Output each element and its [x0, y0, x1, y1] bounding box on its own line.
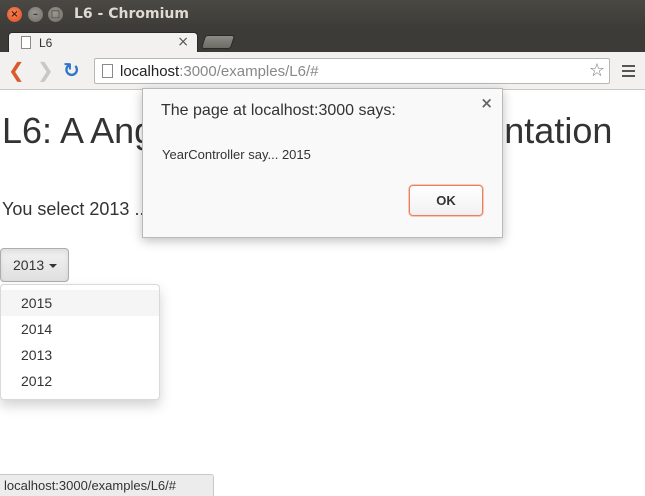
- new-tab-button[interactable]: [200, 35, 236, 49]
- dropdown-item-2013[interactable]: 2013: [1, 342, 159, 368]
- reload-icon[interactable]: ↻: [63, 59, 80, 81]
- alert-dialog: The page at localhost:3000 says: × YearC…: [142, 88, 503, 238]
- ok-button[interactable]: OK: [409, 185, 483, 216]
- tab-strip: L6 ×: [0, 30, 645, 53]
- dialog-close-icon[interactable]: ×: [480, 94, 493, 112]
- forward-icon[interactable]: ❯: [37, 59, 54, 81]
- dropdown-item-2012[interactable]: 2012: [1, 368, 159, 394]
- address-bar[interactable]: localhost:3000/examples/L6/# ☆: [94, 58, 610, 84]
- window-minimize-button[interactable]: –: [28, 7, 43, 22]
- window-close-button[interactable]: ×: [7, 7, 22, 22]
- url-text[interactable]: localhost:3000/examples/L6/#: [120, 63, 318, 80]
- window-titlebar: × – □ L6 - Chromium: [0, 0, 645, 30]
- url-path: :3000/examples/L6/#: [179, 63, 319, 80]
- bookmark-star-icon[interactable]: ☆: [589, 60, 605, 81]
- page-icon: [102, 64, 113, 78]
- page-icon: [21, 36, 31, 49]
- dropdown-item-2014[interactable]: 2014: [1, 316, 159, 342]
- dialog-message: YearController say... 2015: [162, 147, 311, 162]
- back-icon[interactable]: ❮: [8, 59, 25, 81]
- tab-label: L6: [39, 36, 53, 50]
- dropdown-item-2015[interactable]: 2015: [1, 290, 159, 316]
- browser-toolbar: ❮ ❯ ↻ localhost:3000/examples/L6/# ☆: [0, 52, 645, 90]
- status-bar-url: localhost:3000/examples/L6/#: [0, 474, 214, 496]
- caret-down-icon: [49, 264, 57, 268]
- dropdown-selected-label: 2013: [13, 257, 45, 273]
- tab-close-icon[interactable]: ×: [177, 34, 189, 50]
- year-dropdown-menu: 2015 2014 2013 2012: [0, 284, 160, 400]
- tab-l6[interactable]: L6 ×: [8, 32, 198, 53]
- dialog-title: The page at localhost:3000 says:: [161, 102, 396, 119]
- year-dropdown-button[interactable]: 2013: [0, 248, 69, 282]
- url-host: localhost: [120, 63, 180, 80]
- window-title: L6 - Chromium: [74, 6, 189, 22]
- menu-icon[interactable]: [622, 65, 635, 80]
- window-maximize-button[interactable]: □: [48, 7, 63, 22]
- selection-text: You select 2013 ...: [2, 199, 150, 219]
